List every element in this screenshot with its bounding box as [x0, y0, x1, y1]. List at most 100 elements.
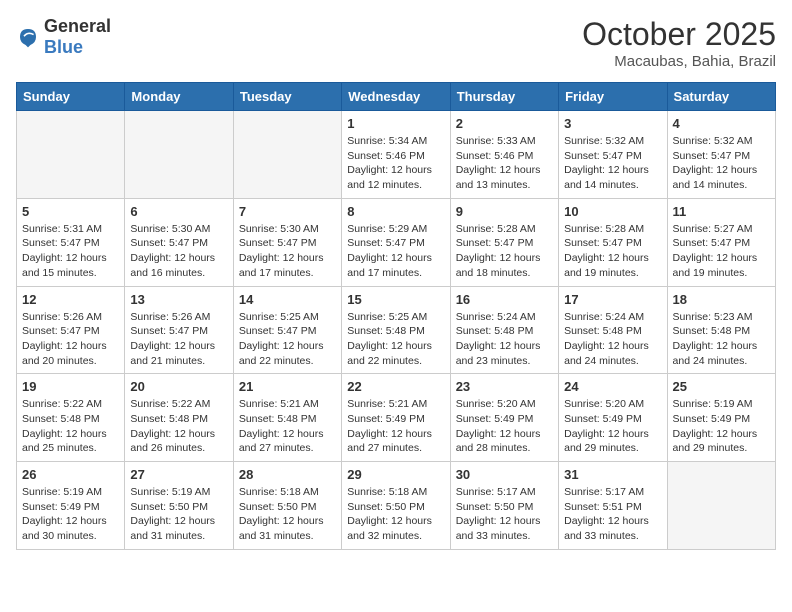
sunset-text: Sunset: 5:47 PM — [239, 325, 317, 337]
day-info: Sunrise: 5:17 AMSunset: 5:50 PMDaylight:… — [456, 485, 553, 544]
day-number: 7 — [239, 204, 336, 219]
sunrise-text: Sunrise: 5:25 AM — [239, 311, 319, 323]
sunset-text: Sunset: 5:48 PM — [564, 325, 642, 337]
sunset-text: Sunset: 5:50 PM — [347, 501, 425, 513]
daylight-text: Daylight: 12 hours and 14 minutes. — [673, 164, 758, 191]
day-number: 9 — [456, 204, 553, 219]
day-number: 8 — [347, 204, 444, 219]
calendar-cell: 21Sunrise: 5:21 AMSunset: 5:48 PMDayligh… — [233, 374, 341, 462]
day-number: 2 — [456, 116, 553, 131]
sunrise-text: Sunrise: 5:29 AM — [347, 223, 427, 235]
sunset-text: Sunset: 5:46 PM — [347, 150, 425, 162]
sunset-text: Sunset: 5:47 PM — [130, 237, 208, 249]
sunset-text: Sunset: 5:48 PM — [456, 325, 534, 337]
calendar-cell: 4 Sunrise: 5:32 AM Sunset: 5:47 PM Daylight… — [667, 111, 775, 199]
calendar-week-row: 26 Sunrise: 5:19 AM Sunset: 5:49 PM Dayligh… — [17, 462, 776, 550]
weekday-header: Friday — [559, 83, 667, 111]
daylight-text: Daylight: 12 hours and 31 minutes. — [130, 515, 215, 542]
day-number: 6 — [130, 204, 227, 219]
day-number: 26 — [22, 467, 119, 482]
day-info: Sunrise: 5:20 AMSunset: 5:49 PMDaylight:… — [564, 397, 661, 456]
sunset-text: Sunset: 5:50 PM — [456, 501, 534, 513]
day-number: 30 — [456, 467, 553, 482]
day-info: Sunrise: 5:30 AMSunset: 5:47 PMDaylight:… — [239, 222, 336, 281]
daylight-text: Daylight: 12 hours and 15 minutes. — [22, 252, 107, 279]
sunset-text: Sunset: 5:46 PM — [456, 150, 534, 162]
calendar-cell: 14Sunrise: 5:25 AMSunset: 5:47 PMDayligh… — [233, 286, 341, 374]
daylight-text: Daylight: 12 hours and 20 minutes. — [22, 340, 107, 367]
sunrise-text: Sunrise: 5:26 AM — [22, 311, 102, 323]
day-number: 4 — [673, 116, 770, 131]
sunrise-text: Sunrise: 5:32 AM — [673, 135, 753, 147]
daylight-text: Daylight: 12 hours and 25 minutes. — [22, 428, 107, 455]
day-number: 16 — [456, 292, 553, 307]
daylight-text: Daylight: 12 hours and 27 minutes. — [347, 428, 432, 455]
sunset-text: Sunset: 5:47 PM — [239, 237, 317, 249]
sunrise-text: Sunrise: 5:19 AM — [130, 486, 210, 498]
sunrise-text: Sunrise: 5:33 AM — [456, 135, 536, 147]
weekday-header: Monday — [125, 83, 233, 111]
sunset-text: Sunset: 5:49 PM — [22, 501, 100, 513]
daylight-text: Daylight: 12 hours and 17 minutes. — [347, 252, 432, 279]
calendar-cell: 2 Sunrise: 5:33 AM Sunset: 5:46 PM Daylight… — [450, 111, 558, 199]
calendar-cell — [125, 111, 233, 199]
day-info: Sunrise: 5:19 AMSunset: 5:50 PMDaylight:… — [130, 485, 227, 544]
daylight-text: Daylight: 12 hours and 14 minutes. — [564, 164, 649, 191]
weekday-header: Tuesday — [233, 83, 341, 111]
calendar-cell: 1Sunrise: 5:34 AMSunset: 5:46 PMDaylight… — [342, 111, 450, 199]
day-number: 24 — [564, 379, 661, 394]
logo-text: General Blue — [44, 16, 111, 58]
sunrise-text: Sunrise: 5:22 AM — [130, 398, 210, 410]
day-number: 12 — [22, 292, 119, 307]
daylight-text: Daylight: 12 hours and 13 minutes. — [456, 164, 541, 191]
sunset-text: Sunset: 5:51 PM — [564, 501, 642, 513]
day-info: Sunrise: 5:23 AMSunset: 5:48 PMDaylight:… — [673, 310, 770, 369]
sunrise-text: Sunrise: 5:17 AM — [564, 486, 644, 498]
calendar-cell: 20Sunrise: 5:22 AMSunset: 5:48 PMDayligh… — [125, 374, 233, 462]
sunrise-text: Sunrise: 5:27 AM — [673, 223, 753, 235]
calendar-cell: 13Sunrise: 5:26 AMSunset: 5:47 PMDayligh… — [125, 286, 233, 374]
calendar-cell: 23Sunrise: 5:20 AMSunset: 5:49 PMDayligh… — [450, 374, 558, 462]
calendar-cell: 25Sunrise: 5:19 AMSunset: 5:49 PMDayligh… — [667, 374, 775, 462]
day-info: Sunrise: 5:25 AMSunset: 5:47 PMDaylight:… — [239, 310, 336, 369]
sunrise-text: Sunrise: 5:19 AM — [22, 486, 102, 498]
sunset-text: Sunset: 5:50 PM — [239, 501, 317, 513]
calendar-week-row: 12 Sunrise: 5:26 AM Sunset: 5:47 PM Dayligh… — [17, 286, 776, 374]
day-info: Sunrise: 5:27 AMSunset: 5:47 PMDaylight:… — [673, 222, 770, 281]
weekday-header: Saturday — [667, 83, 775, 111]
sunrise-text: Sunrise: 5:24 AM — [564, 311, 644, 323]
day-info: Sunrise: 5:28 AMSunset: 5:47 PMDaylight:… — [564, 222, 661, 281]
calendar: SundayMondayTuesdayWednesdayThursdayFrid… — [16, 82, 776, 550]
day-info: Sunrise: 5:22 AMSunset: 5:48 PMDaylight:… — [22, 397, 119, 456]
day-number: 28 — [239, 467, 336, 482]
calendar-cell — [233, 111, 341, 199]
daylight-text: Daylight: 12 hours and 33 minutes. — [456, 515, 541, 542]
daylight-text: Daylight: 12 hours and 16 minutes. — [130, 252, 215, 279]
sunset-text: Sunset: 5:47 PM — [456, 237, 534, 249]
sunrise-text: Sunrise: 5:23 AM — [673, 311, 753, 323]
location-title: Macaubas, Bahia, Brazil — [582, 53, 776, 70]
daylight-text: Daylight: 12 hours and 19 minutes. — [564, 252, 649, 279]
daylight-text: Daylight: 12 hours and 29 minutes. — [673, 428, 758, 455]
day-number: 3 — [564, 116, 661, 131]
calendar-week-row: 5Sunrise: 5:31 AMSunset: 5:47 PMDaylight… — [17, 198, 776, 286]
day-number: 5 — [22, 204, 119, 219]
daylight-text: Daylight: 12 hours and 19 minutes. — [673, 252, 758, 279]
day-info: Sunrise: 5:33 AM Sunset: 5:46 PM Daylight:… — [456, 134, 553, 193]
month-title: October 2025 — [582, 16, 776, 53]
daylight-text: Daylight: 12 hours and 12 minutes. — [347, 164, 432, 191]
calendar-cell: 30 Sunrise: 5:17 AMSunset: 5:50 PMDayligh… — [450, 462, 558, 550]
daylight-text: Daylight: 12 hours and 33 minutes. — [564, 515, 649, 542]
sunset-text: Sunset: 5:47 PM — [673, 150, 751, 162]
calendar-cell — [667, 462, 775, 550]
day-number: 14 — [239, 292, 336, 307]
day-info: Sunrise: 5:21 AMSunset: 5:48 PMDaylight:… — [239, 397, 336, 456]
sunrise-text: Sunrise: 5:26 AM — [130, 311, 210, 323]
sunset-text: Sunset: 5:48 PM — [130, 413, 208, 425]
daylight-text: Daylight: 12 hours and 28 minutes. — [456, 428, 541, 455]
sunrise-text: Sunrise: 5:21 AM — [239, 398, 319, 410]
sunrise-text: Sunrise: 5:22 AM — [22, 398, 102, 410]
sunrise-text: Sunrise: 5:32 AM — [564, 135, 644, 147]
sunrise-text: Sunrise: 5:28 AM — [564, 223, 644, 235]
sunrise-text: Sunrise: 5:19 AM — [673, 398, 753, 410]
